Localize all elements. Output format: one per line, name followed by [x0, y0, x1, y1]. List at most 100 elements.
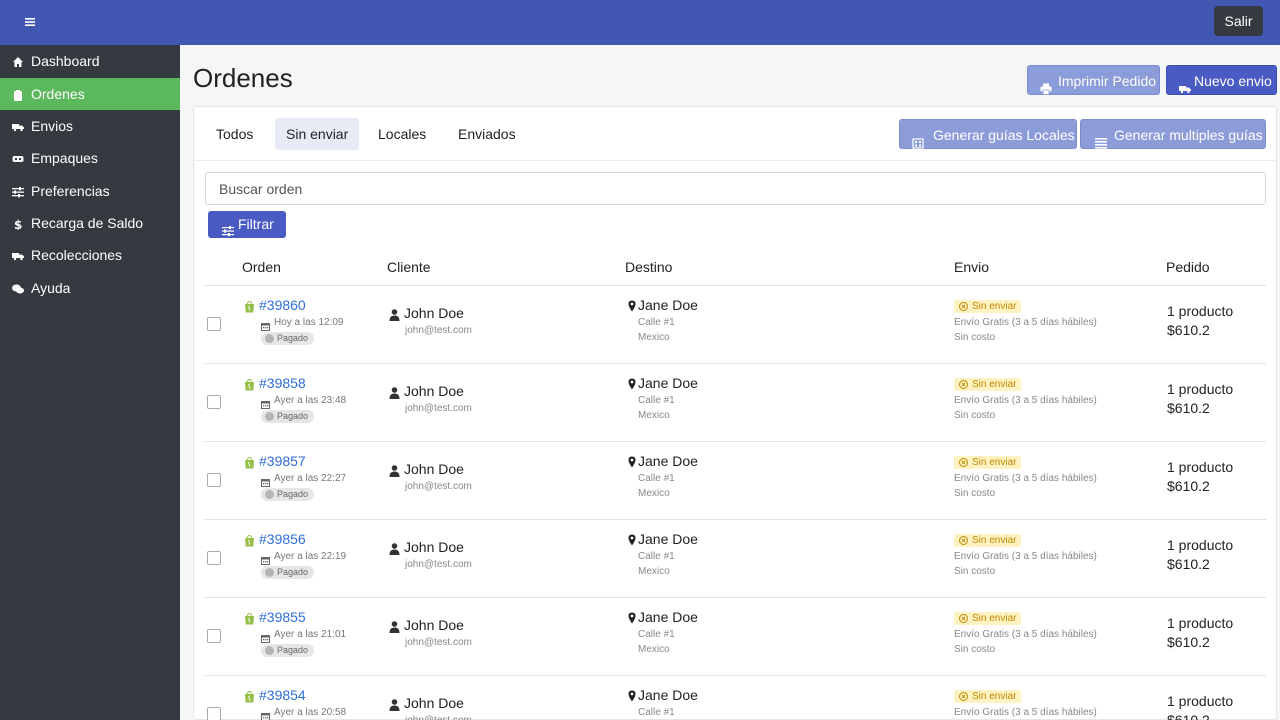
dollar-icon: $	[12, 217, 24, 232]
sidebar: Dashboard Ordenes Envios Empaques Prefer…	[0, 45, 180, 720]
user-icon	[389, 542, 400, 555]
shipment-status-label: Sin enviar	[972, 301, 1017, 312]
shipment-status-badge: Sin enviar	[954, 612, 1022, 625]
table-row[interactable]: #39856 Ayer a las 22:19 Pagado John Doe john…	[205, 520, 1266, 598]
sidebar-item-envios[interactable]: Envios	[0, 110, 180, 142]
shipment-status-badge: Sin enviar	[954, 456, 1022, 469]
user-icon	[389, 620, 400, 633]
destination-name: Jane Doe	[638, 375, 698, 391]
row-checkbox[interactable]	[207, 395, 221, 409]
row-checkbox[interactable]	[207, 473, 221, 487]
sidebar-item-ordenes[interactable]: Ordenes	[0, 78, 180, 110]
order-number-link[interactable]: #39854	[259, 687, 306, 703]
client-email: john@test.com	[405, 715, 472, 720]
page-title: Ordenes	[193, 63, 293, 93]
tab-todos[interactable]: Todos	[205, 118, 264, 150]
calendar-icon	[261, 708, 270, 720]
order-date: Ayer a las 22:19	[274, 551, 347, 562]
shipping-cost: Sin costo	[954, 488, 996, 499]
calendar-icon	[261, 396, 270, 409]
shopify-bag-icon	[244, 612, 255, 625]
column-header-destino: Destino	[625, 259, 673, 275]
status-dot-icon	[265, 646, 274, 655]
shipping-method: Envío Gratis (3 a 5 días hábiles)	[954, 317, 1097, 328]
shipment-status-label: Sin enviar	[972, 613, 1017, 624]
sidebar-item-recarga-de-saldo[interactable]: $ Recarga de Saldo	[0, 207, 180, 239]
sidebar-item-recolecciones[interactable]: Recolecciones	[0, 239, 180, 271]
shipment-status-badge: Sin enviar	[954, 534, 1022, 547]
x-circle-icon	[959, 536, 968, 545]
x-circle-icon	[959, 380, 968, 389]
new-shipment-button[interactable]: Nuevo envio	[1166, 65, 1277, 95]
row-checkbox[interactable]	[207, 551, 221, 565]
client-email: john@test.com	[405, 403, 472, 414]
status-dot-icon	[265, 568, 274, 577]
generate-multiple-guides-button[interactable]: Generar multiples guías	[1080, 119, 1266, 149]
table-row[interactable]: #39855 Ayer a las 21:01 Pagado John Doe john…	[205, 598, 1266, 676]
table-row[interactable]: #39860 Hoy a las 12:09 Pagado John Doe john@…	[205, 286, 1266, 364]
user-icon	[389, 698, 400, 711]
column-header-orden: Orden	[242, 259, 281, 275]
table-row[interactable]: #39858 Ayer a las 23:48 Pagado John Doe john…	[205, 364, 1266, 442]
row-checkbox[interactable]	[207, 317, 221, 331]
destination-country: Mexico	[638, 488, 670, 499]
tab-enviados[interactable]: Enviados	[447, 118, 527, 150]
order-number-link[interactable]: #39855	[259, 609, 306, 625]
map-pin-icon	[628, 377, 636, 390]
table-row[interactable]: #39854Ayer a las 20:58PagadoJohn Doejohn…	[205, 676, 1266, 720]
shipping-method: Envío Gratis (3 a 5 días hábiles)	[954, 551, 1097, 562]
shipping-cost: Sin costo	[954, 566, 996, 577]
sidebar-item-preferencias[interactable]: Preferencias	[0, 175, 180, 207]
print-order-button[interactable]: Imprimir Pedido	[1027, 65, 1160, 95]
order-date: Hoy a las 12:09	[274, 317, 344, 328]
generate-local-guides-button[interactable]: Generar guías Locales	[899, 119, 1077, 149]
destination-street: Calle #1	[638, 395, 675, 406]
order-date: Ayer a las 22:27	[274, 473, 347, 484]
chat-icon	[12, 282, 24, 294]
order-total: $610.2	[1167, 478, 1210, 494]
shipment-status-label: Sin enviar	[972, 535, 1017, 546]
clipboard-icon	[12, 88, 24, 101]
sidebar-item-dashboard[interactable]: Dashboard	[0, 45, 180, 77]
hamburger-menu-icon[interactable]	[22, 14, 38, 30]
sidebar-item-empaques[interactable]: Empaques	[0, 142, 180, 174]
row-checkbox[interactable]	[207, 707, 221, 720]
client-email: john@test.com	[405, 325, 472, 336]
order-number-link[interactable]: #39856	[259, 531, 306, 547]
list-icon	[1095, 129, 1107, 149]
tab-locales[interactable]: Locales	[367, 118, 437, 150]
order-number-link[interactable]: #39858	[259, 375, 306, 391]
destination-country: Mexico	[638, 410, 670, 421]
shipment-status-badge: Sin enviar	[954, 300, 1022, 313]
logout-button[interactable]: Salir	[1214, 6, 1263, 36]
order-number-link[interactable]: #39857	[259, 453, 306, 469]
printer-icon	[1040, 75, 1052, 95]
shipping-cost: Sin costo	[954, 644, 996, 655]
client-name: John Doe	[404, 305, 464, 321]
search-orders-input[interactable]	[205, 172, 1266, 205]
order-total: $610.2	[1167, 322, 1210, 338]
destination-name: Jane Doe	[638, 297, 698, 313]
sidebar-item-ayuda[interactable]: Ayuda	[0, 272, 180, 304]
destination-street: Calle #1	[638, 707, 675, 718]
client-name: John Doe	[404, 617, 464, 633]
shipment-status-label: Sin enviar	[972, 379, 1017, 390]
order-total: $610.2	[1167, 556, 1210, 572]
payment-status-label: Pagado	[277, 489, 309, 499]
svg-text:$: $	[14, 218, 22, 230]
filter-button[interactable]: Filtrar	[208, 211, 286, 238]
destination-street: Calle #1	[638, 473, 675, 484]
table-row[interactable]: #39857 Ayer a las 22:27 Pagado John Doe john…	[205, 442, 1266, 520]
map-pin-icon	[628, 299, 636, 312]
destination-street: Calle #1	[638, 317, 675, 328]
payment-status-label: Pagado	[277, 567, 309, 577]
shipping-method: Envío Gratis (3 a 5 días hábiles)	[954, 395, 1097, 406]
column-header-pedido: Pedido	[1166, 259, 1210, 275]
shipment-status-label: Sin enviar	[972, 691, 1017, 702]
order-number-link[interactable]: #39860	[259, 297, 306, 313]
tab-sin-enviar[interactable]: Sin enviar	[275, 118, 360, 150]
column-header-envio: Envio	[954, 259, 990, 275]
shopify-bag-icon	[244, 300, 255, 313]
row-checkbox[interactable]	[207, 629, 221, 643]
shipment-status-label: Sin enviar	[972, 457, 1017, 468]
